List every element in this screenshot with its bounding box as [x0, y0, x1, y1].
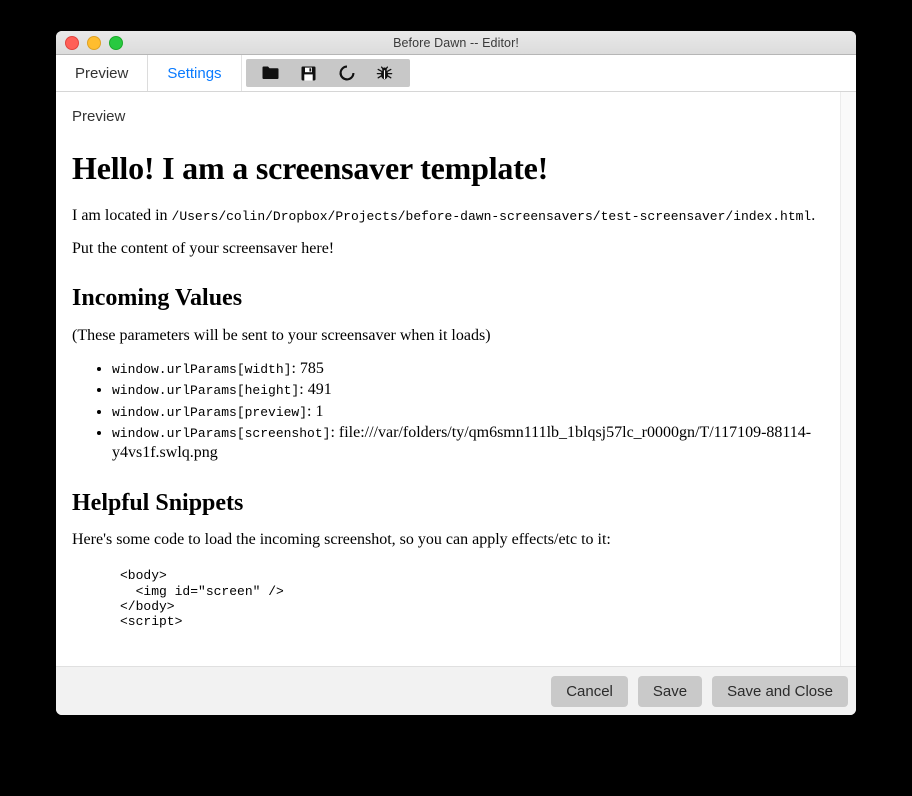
doc-snippets-note: Here's some code to load the incoming sc…: [72, 531, 611, 549]
list-item: window.urlParams[width]: 785: [112, 359, 822, 379]
param-key: window.urlParams[width]: [112, 361, 292, 377]
pane-title: Preview: [72, 108, 126, 125]
window-titlebar[interactable]: Before Dawn -- Editor!: [56, 31, 856, 55]
param-value: 785: [299, 359, 324, 377]
tab-preview[interactable]: Preview: [56, 55, 149, 91]
doc-location-path: /Users/colin/Dropbox/Projects/before-daw…: [171, 209, 812, 225]
incoming-params-list: window.urlParams[width]: 785 window.urlP…: [72, 359, 822, 464]
window-title: Before Dawn -- Editor!: [393, 35, 519, 50]
editor-toolbar: [245, 59, 410, 87]
doc-code-snippet: <body> <img id="screen" /> </body> <scri…: [120, 568, 284, 630]
open-folder-button[interactable]: [252, 60, 290, 86]
traffic-lights: [65, 35, 123, 50]
bug-icon: [376, 65, 393, 81]
save-disk-icon: [301, 66, 316, 81]
save-button[interactable]: Save: [637, 676, 703, 707]
minimize-window-button[interactable]: [87, 35, 101, 50]
doc-incoming-note: (These parameters will be sent to your s…: [72, 326, 491, 344]
doc-snippets-heading: Helpful Snippets: [72, 489, 244, 516]
param-sep: :: [299, 381, 308, 399]
cancel-button[interactable]: Cancel: [551, 676, 628, 707]
close-window-button[interactable]: [65, 35, 79, 50]
doc-location-prefix: I am located in: [72, 207, 172, 225]
save-and-close-button[interactable]: Save and Close: [712, 676, 848, 707]
preview-pane: Preview Hello! I am a screensaver templa…: [56, 92, 856, 666]
doc-location-line: I am located in /Users/colin/Dropbox/Pro…: [72, 206, 822, 226]
param-sep: :: [330, 423, 339, 441]
tab-settings[interactable]: Settings: [148, 55, 242, 91]
param-key: window.urlParams[height]: [112, 383, 300, 399]
maximize-window-button[interactable]: [109, 35, 123, 50]
reload-icon: [339, 65, 355, 81]
debug-button[interactable]: [366, 60, 404, 86]
param-value: 491: [307, 381, 332, 399]
list-item: window.urlParams[height]: 491: [112, 380, 822, 400]
param-sep: :: [291, 359, 300, 377]
list-item: window.urlParams[screenshot]: file:///va…: [112, 423, 822, 464]
tab-settings-label: Settings: [167, 64, 222, 82]
param-value: 1: [315, 402, 324, 420]
save-button-toolbar[interactable]: [290, 60, 328, 86]
doc-incoming-heading: Incoming Values: [72, 285, 243, 312]
param-key: window.urlParams[screenshot]: [112, 425, 331, 441]
open-folder-icon: [262, 66, 279, 80]
list-item: window.urlParams[preview]: 1: [112, 402, 822, 422]
rendered-screensaver-document: Hello! I am a screensaver template! I am…: [64, 150, 830, 630]
doc-put-content-line: Put the content of your screensaver here…: [72, 240, 335, 258]
reload-button[interactable]: [328, 60, 366, 86]
vertical-scrollbar[interactable]: [840, 92, 856, 666]
tab-bar: Preview Settings: [56, 55, 856, 92]
doc-heading: Hello! I am a screensaver template!: [72, 150, 549, 186]
editor-window: Before Dawn -- Editor! Preview Settings: [56, 31, 856, 715]
param-key: window.urlParams[preview]: [112, 404, 308, 420]
dialog-footer: Cancel Save Save and Close: [56, 666, 856, 715]
tab-preview-label: Preview: [75, 64, 129, 82]
doc-location-suffix: .: [811, 207, 816, 225]
preview-content: Preview Hello! I am a screensaver templa…: [56, 92, 856, 666]
param-sep: :: [307, 402, 316, 420]
